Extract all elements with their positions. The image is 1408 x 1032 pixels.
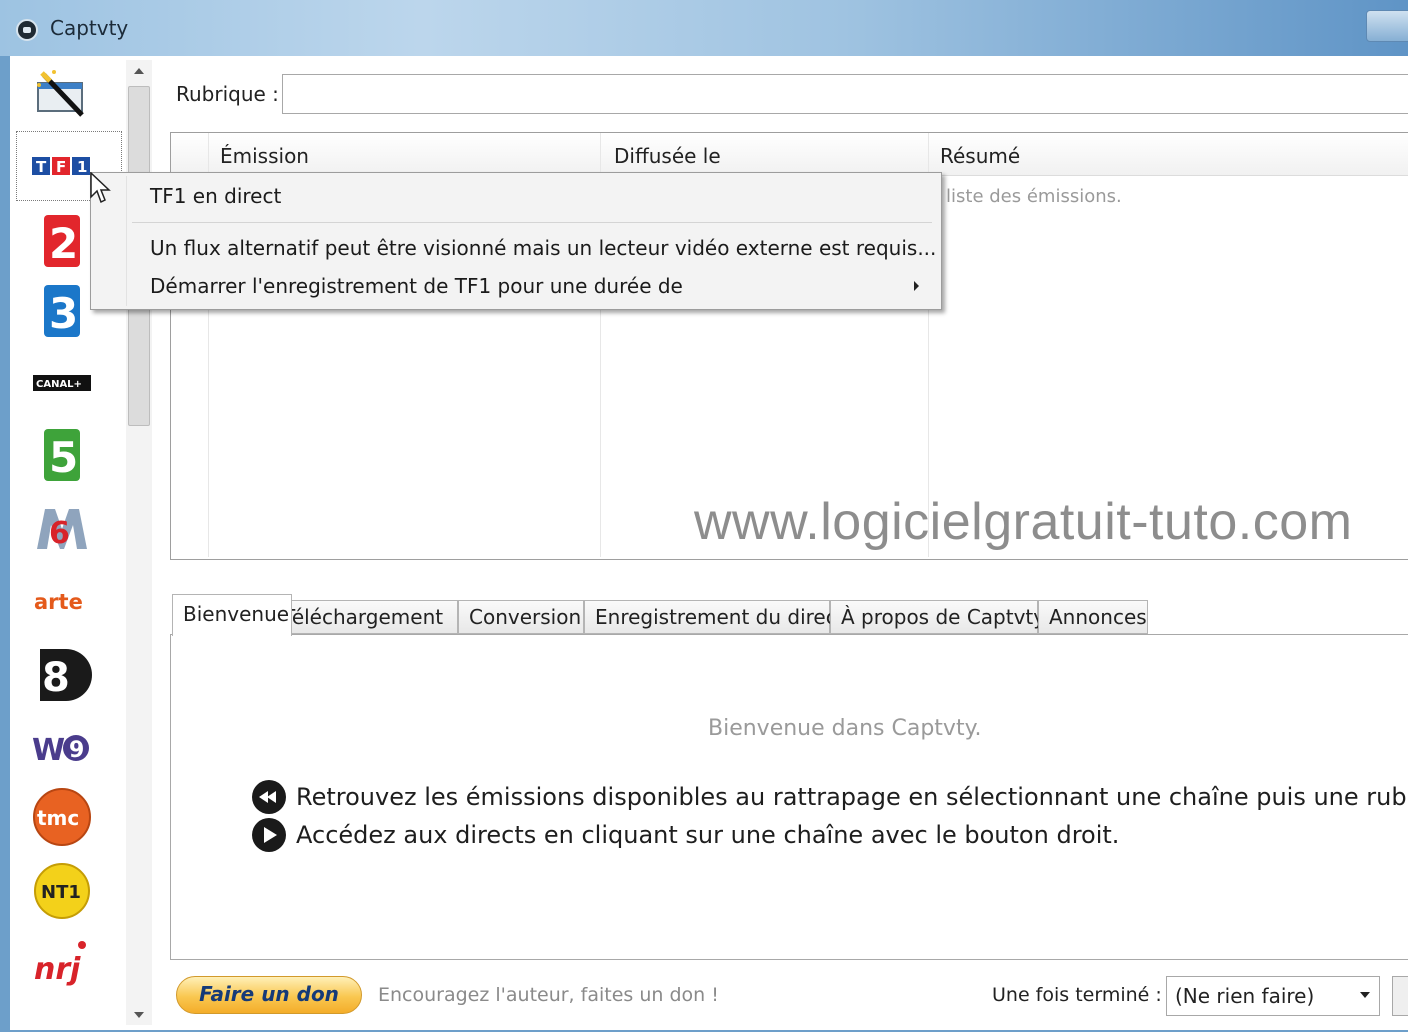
welcome-line-live-text: Accédez aux directs en cliquant sur une … [296, 821, 1120, 849]
france3-logo: 3 [44, 285, 80, 338]
svg-text:F: F [56, 158, 66, 176]
tab-a-propos[interactable]: À propos de Captvty [830, 600, 1045, 634]
tmc-logo: tmc [33, 788, 91, 846]
channel-tf1[interactable]: T F 1 [30, 148, 94, 184]
play-icon [252, 818, 286, 852]
svg-text:arte: arte [34, 590, 83, 614]
svg-text:T: T [36, 158, 47, 176]
svg-text:1: 1 [77, 158, 87, 176]
w9-logo: W 9 [32, 733, 89, 766]
channel-w9[interactable]: W 9 [30, 728, 94, 768]
app-icon[interactable] [16, 19, 38, 41]
channel-d8[interactable]: 8 [30, 644, 94, 706]
channel-nrj12[interactable]: nrj [30, 934, 94, 996]
submenu-arrow-icon [914, 281, 919, 291]
column-header-emission[interactable]: Émission [220, 144, 309, 168]
menu-item-start-recording[interactable]: Démarrer l'enregistrement de TF1 pour un… [150, 274, 683, 298]
svg-text:5: 5 [49, 433, 78, 482]
channel-wizard[interactable] [30, 66, 94, 120]
after-finish-select[interactable]: (Ne rien faire) [1166, 976, 1380, 1016]
chevron-down-icon[interactable] [1360, 992, 1370, 998]
tab-conversion[interactable]: Conversion [458, 600, 584, 634]
welcome-title: Bienvenue dans Captvty. [708, 716, 982, 741]
svg-text:NT1: NT1 [41, 882, 81, 903]
scroll-down-arrow-icon[interactable] [134, 1012, 144, 1018]
donate-text: Encouragez l'auteur, faites un don ! [378, 984, 719, 1006]
menu-item-tf1-live[interactable]: TF1 en direct [150, 184, 281, 208]
minimize-button[interactable] [1366, 10, 1408, 42]
welcome-line-live: Accédez aux directs en cliquant sur une … [252, 818, 1119, 852]
svg-text:8: 8 [42, 655, 70, 701]
rubrique-field[interactable] [282, 74, 1408, 114]
channel-nt1[interactable]: NT1 [30, 860, 94, 922]
channel-france3[interactable]: 3 [30, 282, 94, 340]
rubrique-label: Rubrique : [176, 82, 279, 106]
channel-m6[interactable]: 6 [30, 502, 94, 554]
channel-tmc[interactable]: tmc [30, 786, 94, 848]
rewind-icon [252, 780, 286, 814]
svg-text:9: 9 [69, 738, 84, 763]
menu-gutter-divider [126, 176, 127, 306]
channel-france5[interactable]: 5 [30, 426, 94, 484]
svg-text:2: 2 [49, 219, 78, 268]
tab-telechargement[interactable]: Téléchargement [272, 600, 458, 634]
title-bar[interactable] [0, 0, 1408, 56]
svg-text:3: 3 [49, 289, 78, 338]
canalplus-logo: CANAL+ [33, 375, 91, 391]
column-header-diffusee[interactable]: Diffusée le [614, 144, 721, 168]
menu-item-alternate-stream[interactable]: Un flux alternatif peut être visionné ma… [150, 236, 936, 260]
scroll-up-arrow-icon[interactable] [134, 68, 144, 74]
tab-annonces[interactable]: Annonces [1038, 600, 1148, 634]
channel-france2[interactable]: 2 [30, 212, 94, 270]
window-title: Captvty [50, 16, 129, 40]
svg-text:tmc: tmc [37, 806, 79, 830]
emissions-list-header [171, 133, 1408, 176]
svg-text:W: W [32, 733, 65, 766]
donate-button[interactable]: Faire un don [176, 976, 362, 1014]
menu-separator [132, 222, 932, 223]
magic-wand-icon [37, 70, 84, 117]
footer-extra-button[interactable] [1392, 976, 1408, 1016]
list-empty-text: liste des émissions. [946, 186, 1122, 207]
tab-enregistrement-direct[interactable]: Enregistrement du direct [584, 600, 845, 634]
nrj12-logo: nrj [34, 941, 86, 987]
arte-logo: arte [34, 590, 83, 614]
welcome-line-replay-text: Retrouvez les émissions disponibles au r… [296, 783, 1408, 811]
after-finish-label: Une fois terminé : [992, 984, 1162, 1006]
mouse-cursor-icon [90, 172, 111, 204]
m6-logo: 6 [37, 509, 87, 551]
channel-canalplus[interactable]: CANAL+ [30, 370, 94, 396]
welcome-line-replay: Retrouvez les émissions disponibles au r… [252, 780, 1408, 814]
channel-arte[interactable]: arte [30, 586, 94, 616]
watermark: www.logicielgratuit-tuto.com [694, 493, 1353, 551]
column-header-resume[interactable]: Résumé [940, 144, 1020, 168]
svg-text:6: 6 [49, 516, 70, 551]
svg-text:CANAL+: CANAL+ [36, 379, 82, 390]
france2-logo: 2 [44, 215, 80, 268]
tf1-logo: T F 1 [32, 157, 90, 176]
nt1-logo: NT1 [34, 863, 90, 919]
d8-logo: 8 [40, 649, 92, 701]
tab-bienvenue[interactable]: Bienvenue [172, 594, 292, 636]
france5-logo: 5 [44, 429, 80, 482]
svg-text:nrj: nrj [34, 952, 81, 987]
